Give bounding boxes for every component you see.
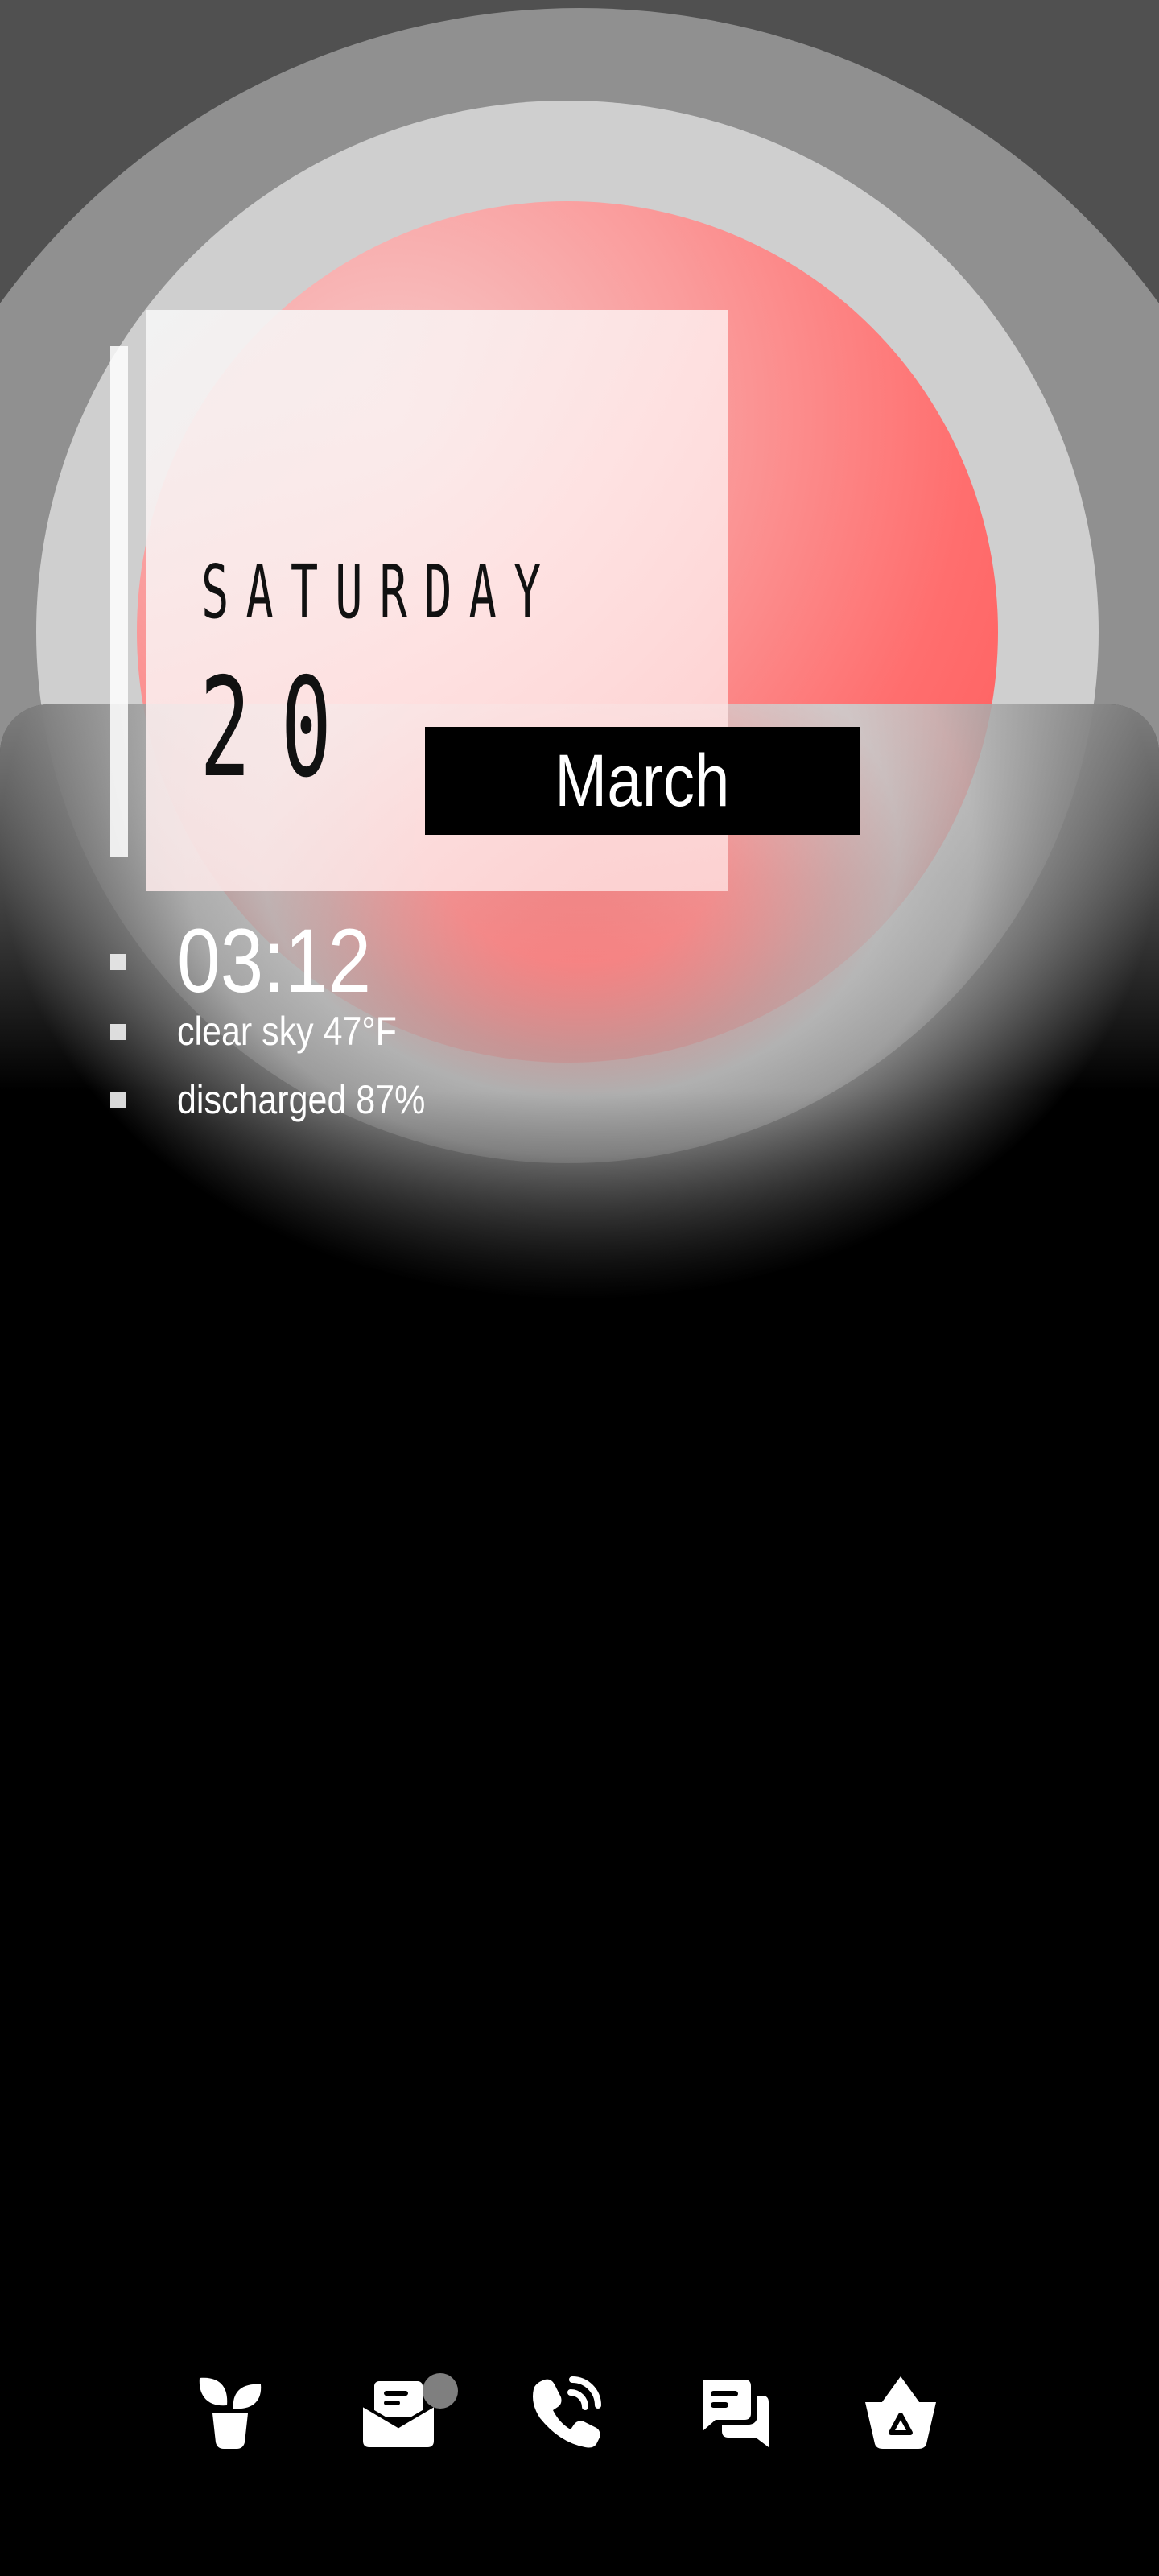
battery-bullet xyxy=(110,1092,126,1108)
basket-icon[interactable] xyxy=(862,2373,939,2450)
day-name: SATURDAY xyxy=(201,549,559,635)
chat-icon[interactable] xyxy=(695,2373,772,2450)
notification-badge xyxy=(423,2373,458,2409)
clock-time[interactable]: 03:12 xyxy=(177,916,371,1006)
weather-bullet xyxy=(110,1024,126,1040)
battery-status: discharged 87% xyxy=(177,1077,426,1122)
month-label: March xyxy=(555,740,730,822)
day-number: 20 xyxy=(200,649,362,808)
time-bullet xyxy=(110,954,126,970)
phone-call-icon[interactable] xyxy=(527,2373,604,2450)
accent-bar xyxy=(110,346,128,857)
month-badge: March xyxy=(425,727,860,835)
plant-icon[interactable] xyxy=(192,2373,269,2450)
weather-status[interactable]: clear sky 47°F xyxy=(177,1011,397,1051)
lock-screen: SATURDAY 20 March 03:12 clear sky 47°F d… xyxy=(0,0,1159,2576)
